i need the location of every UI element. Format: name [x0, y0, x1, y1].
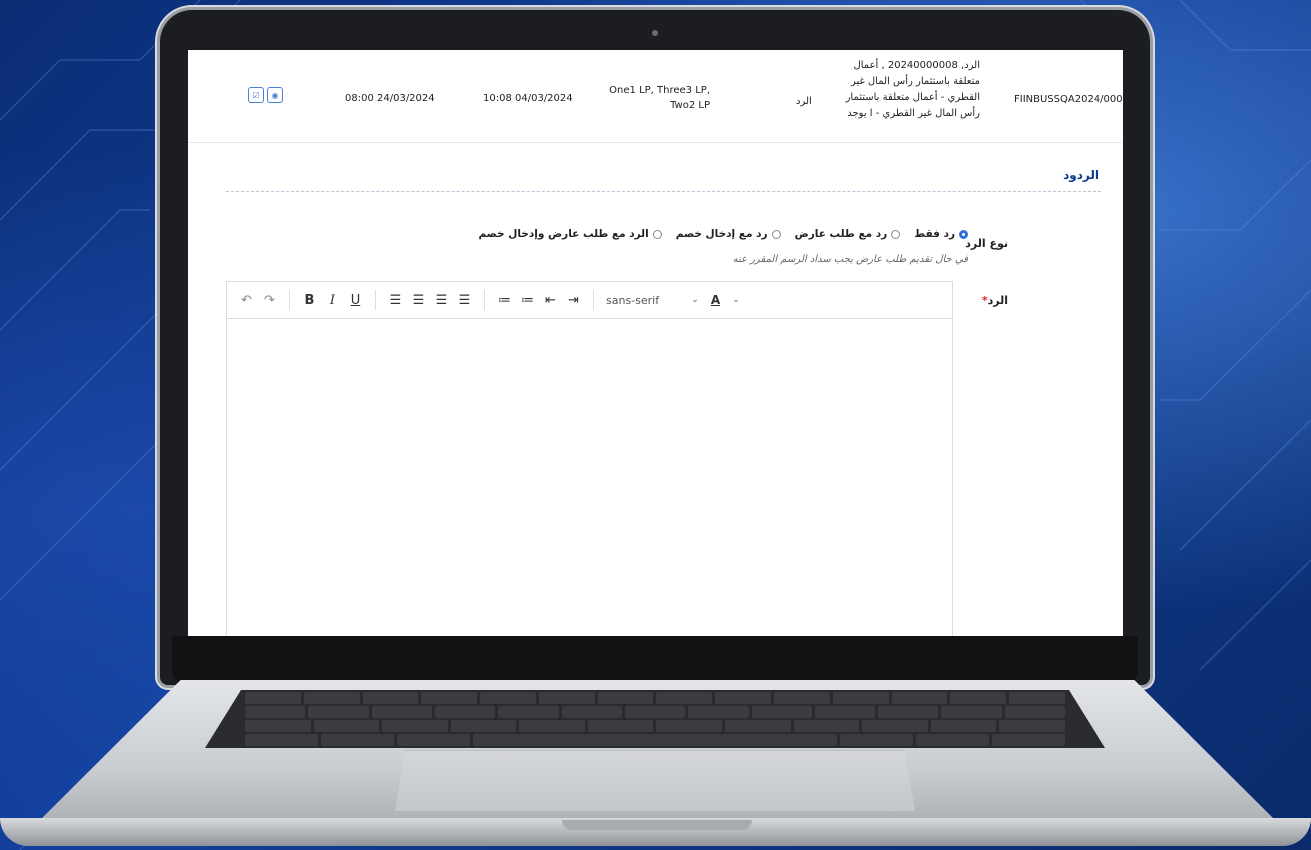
response-type-radio-group: رد فقط رد مع طلب عارض رد مع إدخال خصم ال… [478, 228, 968, 240]
editor-body[interactable] [227, 319, 952, 636]
radio-dot[interactable] [891, 229, 901, 239]
radio-dot-selected[interactable] [959, 229, 968, 239]
fee-hint: في حال تقديم طلب عارض يجب سداد الرسم الم… [732, 254, 968, 265]
toolbar-separator [484, 290, 485, 310]
radio-label: رد مع إدخال خصم [675, 228, 768, 240]
radio-dot[interactable] [652, 229, 662, 239]
record-date-created: 10:08 04/03/2024 [483, 93, 573, 104]
indent-icon[interactable]: ⇥ [562, 293, 585, 308]
outdent-icon[interactable]: ⇤ [539, 293, 562, 308]
chevron-down-icon[interactable]: ⌄ [686, 295, 704, 305]
text-color-icon[interactable]: A [704, 293, 727, 307]
app-screen: FIINBUSSQA2024/00006 الرد, 20240000008 ,… [188, 50, 1123, 636]
bullet-list-icon[interactable]: ≔ [493, 293, 516, 308]
keyboard [205, 690, 1105, 748]
redo-icon[interactable]: ↷ [258, 293, 281, 308]
record-parties: One1 LP, Three3 LP, Two2 LP [609, 85, 710, 111]
record-type: الرد [796, 96, 812, 107]
italic-icon[interactable]: I [321, 293, 344, 308]
radio-response-only[interactable]: رد فقط [914, 228, 968, 240]
trackpad [395, 750, 915, 811]
response-label: الرد* [978, 294, 1008, 307]
section-divider [226, 191, 1101, 192]
toolbar-separator [593, 290, 594, 310]
response-label-text: الرد [987, 294, 1008, 307]
check-square-icon[interactable]: ☑ [248, 87, 264, 103]
radio-response-with-party[interactable]: رد مع إدخال خصم [676, 228, 781, 240]
radio-response-with-both[interactable]: الرد مع طلب عارض وإدخال خصم [478, 228, 662, 240]
underline-icon[interactable]: U [344, 293, 367, 308]
key-row [205, 692, 1105, 704]
chevron-down-icon[interactable]: ⌄ [727, 295, 745, 305]
rich-text-editor: ↶ ↷ B I U ☰ ☰ ☰ ☰ ≔ ≔ ⇤ ⇥ sans-serif ⌄ A… [226, 281, 953, 636]
screen-bezel [172, 636, 1138, 682]
align-justify-icon[interactable]: ☰ [453, 293, 476, 308]
key-row [205, 720, 1105, 732]
response-type-label: نوع الرد [965, 237, 1008, 250]
radio-label: رد فقط [914, 228, 955, 240]
numbered-list-icon[interactable]: ≔ [516, 293, 539, 308]
bold-icon[interactable]: B [298, 293, 321, 308]
record-reference: FIINBUSSQA2024/00006 [1014, 94, 1123, 105]
lid-notch [562, 820, 752, 830]
radio-dot[interactable] [771, 229, 781, 239]
align-center-icon[interactable]: ☰ [407, 293, 430, 308]
record-date-due: 08:00 24/03/2024 [345, 93, 435, 104]
radio-response-with-incidental[interactable]: رد مع طلب عارض [795, 228, 901, 240]
record-actions: ☑ ◉ [248, 87, 283, 103]
record-row[interactable]: FIINBUSSQA2024/00006 الرد, 20240000008 ,… [188, 50, 1123, 143]
align-left-icon[interactable]: ☰ [384, 293, 407, 308]
section-title: الردود [1063, 168, 1099, 182]
eye-icon[interactable]: ◉ [267, 87, 283, 103]
key-row [205, 734, 1105, 746]
toolbar-separator [289, 290, 290, 310]
align-right-icon[interactable]: ☰ [430, 293, 453, 308]
editor-toolbar: ↶ ↷ B I U ☰ ☰ ☰ ☰ ≔ ≔ ⇤ ⇥ sans-serif ⌄ A… [227, 282, 952, 319]
camera [652, 30, 658, 36]
font-family-select[interactable]: sans-serif [602, 294, 686, 307]
record-description: الرد, 20240000008 , أعمال متعلقة باستثما… [845, 60, 980, 119]
toolbar-separator [375, 290, 376, 310]
undo-icon[interactable]: ↶ [235, 293, 258, 308]
radio-label: الرد مع طلب عارض وإدخال خصم [478, 228, 649, 240]
key-row [205, 706, 1105, 718]
radio-label: رد مع طلب عارض [794, 228, 888, 240]
